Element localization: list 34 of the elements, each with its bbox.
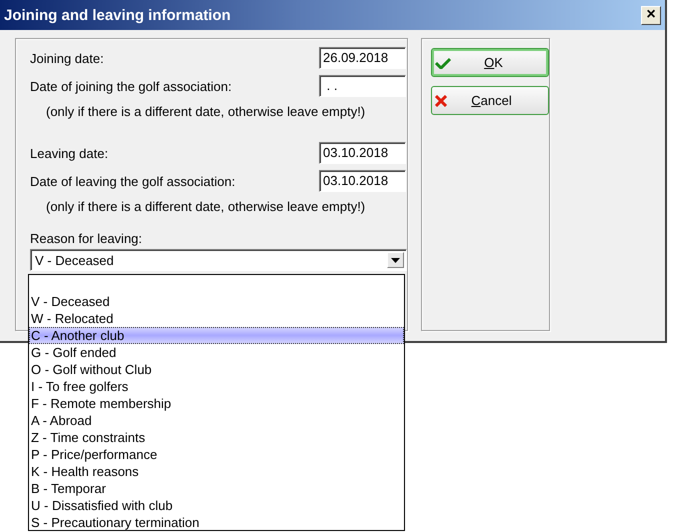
- dropdown-option[interactable]: V - Deceased: [29, 293, 404, 310]
- date-field[interactable]: . .: [319, 75, 406, 97]
- dropdown-option[interactable]: O - Golf without Club: [29, 361, 404, 378]
- close-icon: [435, 94, 447, 106]
- dropdown-option[interactable]: A - Abroad: [29, 412, 404, 429]
- dropdown-option[interactable]: C - Another club: [29, 327, 404, 344]
- cancel-button[interactable]: Cancel: [431, 86, 549, 115]
- hint-text: (only if there is a different date, otherwise leave empty!): [46, 104, 366, 121]
- dropdown-option[interactable]: P - Price/performance: [29, 446, 404, 463]
- dropdown-option[interactable]: I - To free golfers: [29, 378, 404, 395]
- caret-icon: [391, 258, 400, 262]
- date-field[interactable]: 03.10.2018: [319, 170, 406, 192]
- date-field[interactable]: 26.09.2018: [319, 47, 406, 69]
- ok-button[interactable]: OK: [431, 48, 549, 77]
- dropdown-option[interactable]: F - Remote membership: [29, 395, 404, 412]
- checkmark-icon: [435, 56, 451, 68]
- dropdown-option[interactable]: W - Relocated: [29, 310, 404, 327]
- date-field[interactable]: 03.10.2018: [319, 142, 406, 164]
- field-label: Date of joining the golf association:: [30, 78, 232, 94]
- hint-text: (only if there is a different date, otherwise leave empty!): [46, 199, 366, 216]
- dropdown-option[interactable]: Z - Time constraints: [29, 429, 404, 446]
- dropdown-option[interactable]: G - Golf ended: [29, 344, 404, 361]
- dropdown-button[interactable]: [387, 252, 404, 268]
- dropdown-option[interactable]: U - Dissatisfied with club: [29, 497, 404, 514]
- close-button[interactable]: ×: [641, 6, 661, 24]
- dropdown-option[interactable]: B - Temporar: [29, 480, 404, 497]
- field-label: Leaving date:: [30, 146, 108, 160]
- field-label: Date of leaving the golf association:: [30, 174, 236, 188]
- dropdown-option[interactable]: S - Precautionary termination: [29, 514, 404, 531]
- field-label: Reason for leaving:: [30, 231, 144, 246]
- reason-dropdown[interactable]: V - Deceased: [30, 249, 407, 271]
- field-label: Joining date:: [30, 50, 104, 66]
- window-title: Joining and leaving information: [4, 6, 231, 24]
- dropdown-option[interactable]: K - Health reasons: [29, 463, 404, 480]
